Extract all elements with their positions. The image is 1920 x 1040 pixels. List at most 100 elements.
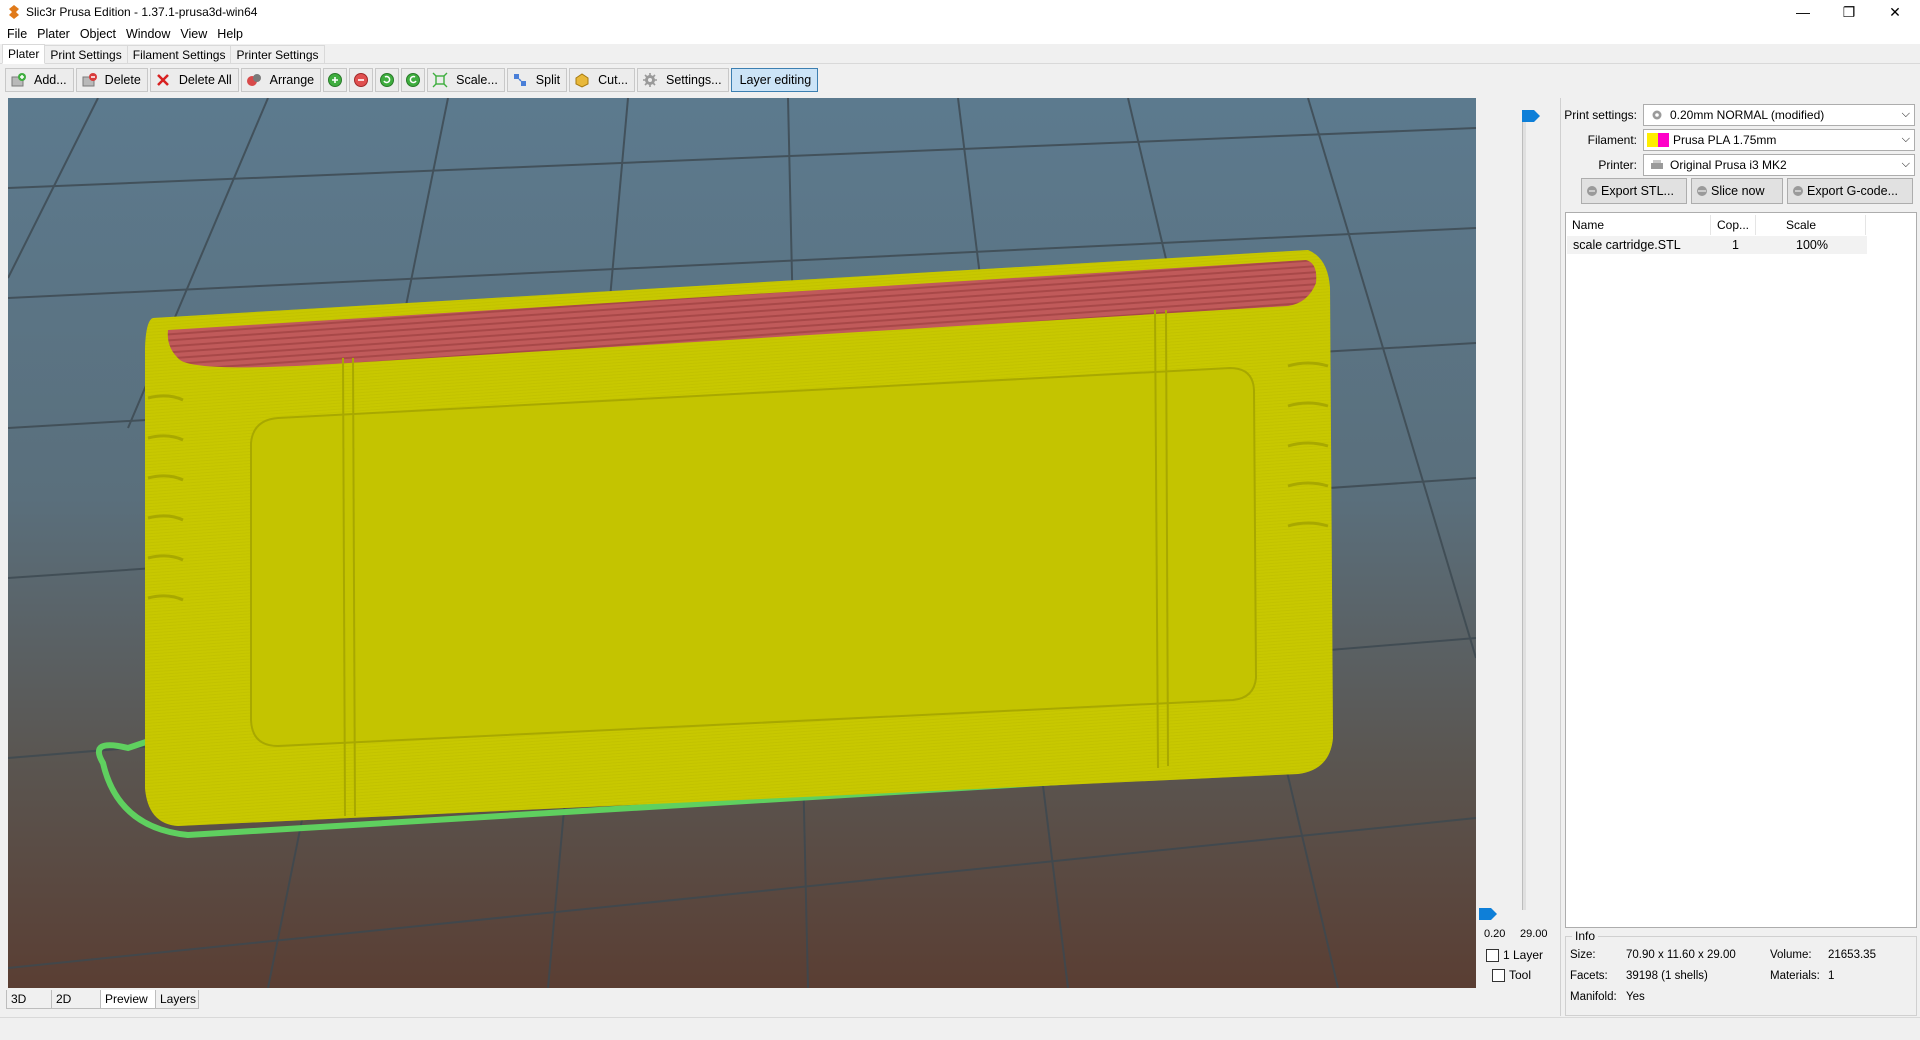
tool-checkbox-box[interactable] — [1492, 968, 1505, 982]
printer-select[interactable]: Original Prusa i3 MK2 ⌵ — [1643, 154, 1915, 176]
filament-row: Filament: Prusa PLA 1.75mm ⌵ — [1561, 129, 1920, 151]
tab-preview[interactable]: Preview — [100, 990, 156, 1009]
layer-slider-panel: 0.20 29.00 1 Layer Tool — [1478, 98, 1556, 988]
printer-value: Original Prusa i3 MK2 — [1670, 158, 1787, 172]
restore-button[interactable]: ❐ — [1826, 0, 1872, 24]
scale-arrows-icon — [432, 72, 448, 88]
main-tabs: Plater Print Settings Filament Settings … — [0, 44, 1920, 64]
printer-icon — [1651, 160, 1663, 169]
printer-row: Printer: Original Prusa i3 MK2 ⌵ — [1561, 154, 1920, 176]
tool-label: Tool — [1509, 968, 1532, 982]
print-settings-row: Print settings: 0.20mm NORMAL (modified)… — [1561, 104, 1920, 126]
tab-printer-settings[interactable]: Printer Settings — [230, 45, 325, 63]
layer-editing-button[interactable]: Layer editing — [730, 68, 819, 92]
menu-plater[interactable]: Plater — [32, 27, 75, 41]
add-button[interactable]: Add... — [5, 68, 74, 92]
minimize-button[interactable]: — — [1780, 0, 1826, 24]
rotate-right-button[interactable] — [401, 68, 426, 92]
export-gcode-button[interactable]: Export G-code... — [1787, 178, 1913, 204]
size-value: 70.90 x 11.60 x 29.00 — [1626, 949, 1736, 961]
column-scale[interactable]: Scale — [1756, 215, 1866, 235]
slic3r-window: Slic3r Prusa Edition - 1.37.1-prusa3d-wi… — [0, 0, 1920, 1040]
one-layer-checkbox[interactable]: 1 Layer — [1486, 948, 1543, 962]
minus-circle-icon — [354, 73, 369, 87]
manifold-value: Yes — [1626, 991, 1645, 1003]
layer-slider-track[interactable] — [1522, 110, 1526, 910]
object-name[interactable]: scale cartridge.STL — [1573, 238, 1681, 252]
cut-button-label: Cut... — [598, 73, 628, 87]
slic3r-logo-icon — [9, 5, 19, 19]
decrease-copies-button[interactable] — [349, 68, 374, 92]
filament-value: Prusa PLA 1.75mm — [1673, 133, 1777, 147]
tab-filament-settings[interactable]: Filament Settings — [126, 45, 232, 63]
split-icon — [513, 74, 526, 86]
menu-view[interactable]: View — [175, 27, 212, 41]
preview-canvas[interactable] — [8, 98, 1476, 988]
export-stl-label: Export STL... — [1601, 184, 1674, 198]
right-panel: Print settings: 0.20mm NORMAL (modified)… — [1560, 98, 1920, 1016]
print-settings-value: 0.20mm NORMAL (modified) — [1670, 108, 1825, 122]
plus-circle-icon — [328, 73, 343, 87]
volume-label: Volume: — [1770, 949, 1812, 961]
filament-label: Filament: — [1587, 133, 1637, 147]
one-layer-label: 1 Layer — [1503, 948, 1544, 962]
arrange-button[interactable]: Arrange — [240, 68, 322, 92]
chevron-down-icon: ⌵ — [1901, 158, 1910, 170]
rotate-cw-icon — [406, 73, 421, 87]
printer-label: Printer: — [1598, 158, 1637, 172]
tool-checkbox[interactable]: Tool — [1492, 968, 1531, 982]
split-button[interactable]: Split — [506, 68, 568, 92]
tab-plater[interactable]: Plater — [2, 44, 46, 64]
info-panel: Info Size: 70.90 x 11.60 x 29.00 Volume:… — [1565, 929, 1917, 1016]
arrange-button-label: Arrange — [269, 73, 315, 87]
settings-button[interactable]: Settings... — [637, 68, 729, 92]
delete-brick-icon — [82, 73, 97, 87]
menu-help[interactable]: Help — [212, 27, 248, 41]
export-stl-button[interactable]: Export STL... — [1581, 178, 1687, 204]
one-layer-checkbox-box[interactable] — [1486, 948, 1499, 962]
cut-button[interactable]: Cut... — [569, 68, 635, 92]
layer-slider-top-handle[interactable] — [1522, 110, 1540, 122]
column-copies[interactable]: Cop... — [1711, 215, 1756, 235]
delete-all-button-label: Delete All — [178, 73, 232, 87]
manifold-label: Manifold: — [1570, 991, 1617, 1003]
delete-button-label: Delete — [104, 73, 141, 87]
size-label: Size: — [1570, 949, 1596, 961]
object-scale: 100% — [1796, 238, 1828, 252]
rotate-left-button[interactable] — [375, 68, 400, 92]
plater-toolbar: Add... Delete Delete All Arrange Scale.. — [0, 66, 1920, 94]
tab-2d[interactable]: 2D — [51, 990, 101, 1009]
settings-button-label: Settings... — [666, 73, 722, 87]
print-settings-select[interactable]: 0.20mm NORMAL (modified) ⌵ — [1643, 104, 1915, 126]
print-settings-label: Print settings: — [1564, 108, 1637, 122]
view-tabs: 3D 2D Preview Layers — [6, 990, 199, 1010]
delete-all-button[interactable]: Delete All — [149, 68, 239, 92]
layer-slider-bottom-handle[interactable] — [1479, 908, 1497, 920]
close-button[interactable]: ✕ — [1872, 0, 1918, 24]
arrange-icon — [246, 74, 261, 86]
export-gcode-label: Export G-code... — [1807, 184, 1899, 198]
object-list[interactable]: Name Cop... Scale scale cartridge.STL 1 … — [1565, 212, 1917, 928]
tab-3d[interactable]: 3D — [6, 990, 52, 1009]
chevron-down-icon: ⌵ — [1901, 133, 1910, 145]
tab-print-settings[interactable]: Print Settings — [44, 45, 128, 63]
slice-now-button[interactable]: Slice now — [1691, 178, 1783, 204]
filament-color-swatch-2 — [1658, 133, 1669, 147]
menu-object[interactable]: Object — [75, 27, 121, 41]
menu-file[interactable]: File — [2, 27, 32, 41]
label-recess — [250, 366, 1258, 748]
layer-max-value: 29.00 — [1520, 928, 1548, 940]
cut-icon — [575, 73, 589, 88]
column-name[interactable]: Name — [1566, 215, 1711, 235]
increase-copies-button[interactable] — [323, 68, 348, 92]
materials-label: Materials: — [1770, 970, 1820, 982]
menu-window[interactable]: Window — [121, 27, 175, 41]
tab-layers[interactable]: Layers — [155, 990, 199, 1009]
filament-select[interactable]: Prusa PLA 1.75mm ⌵ — [1643, 129, 1915, 151]
volume-value: 21653.35 — [1828, 949, 1876, 961]
layer-min-value: 0.20 — [1484, 928, 1506, 940]
gear-icon — [643, 73, 657, 87]
scale-button[interactable]: Scale... — [427, 68, 505, 92]
scale-button-label: Scale... — [456, 73, 498, 87]
delete-button[interactable]: Delete — [75, 68, 148, 92]
